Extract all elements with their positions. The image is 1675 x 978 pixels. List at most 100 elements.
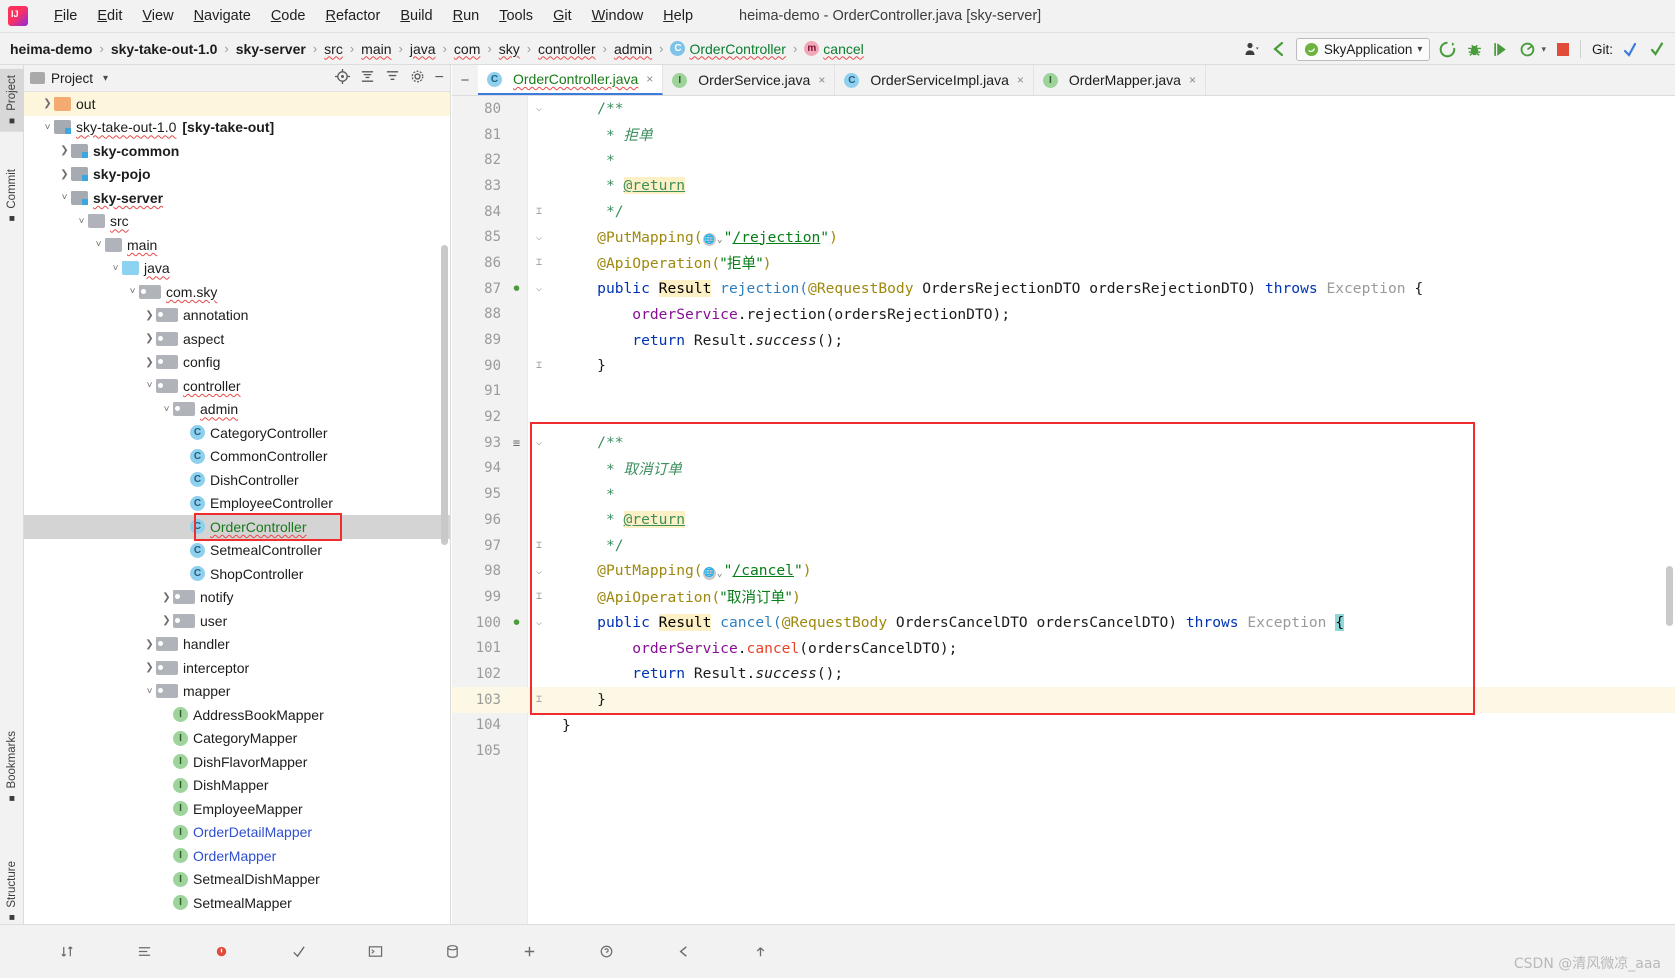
- chevron-right-icon[interactable]: ❯: [58, 145, 71, 156]
- chevron-right-icon[interactable]: ❯: [41, 98, 54, 109]
- tree-node-controller[interactable]: ˅ controller: [24, 374, 450, 398]
- tree-file-orderdetailmapper[interactable]: I OrderDetailMapper: [24, 821, 450, 845]
- code-line-82[interactable]: 82 *: [452, 147, 1675, 173]
- code-fold-toggle[interactable]: ⌶: [528, 540, 550, 551]
- chevron-down-icon[interactable]: ˅: [75, 216, 88, 227]
- editor-tab-ordercontroller-java[interactable]: C OrderController.java ×: [478, 65, 664, 95]
- code-fold-toggle[interactable]: ⌶: [528, 257, 550, 268]
- code-editor[interactable]: 80 ⌵ /** 81 * 拒单 82 * 83 * @return 84 ⌶ */85 ⌵ …: [452, 96, 1675, 924]
- project-tree[interactable]: ❯ out ˅ sky-take-out-1.0 [sky-take-out] ❯ sky-…: [24, 92, 450, 924]
- tree-file-employeemapper[interactable]: I EmployeeMapper: [24, 797, 450, 821]
- profiler-icon[interactable]: [1518, 39, 1538, 59]
- code-fold-toggle[interactable]: ⌵: [528, 283, 550, 294]
- chevron-right-icon[interactable]: ❯: [143, 357, 156, 368]
- menu-item-run[interactable]: Run: [443, 5, 490, 27]
- code-line-105[interactable]: 105: [452, 738, 1675, 764]
- tree-node-interceptor[interactable]: ❯ interceptor: [24, 656, 450, 680]
- chevron-down-icon[interactable]: ˅: [92, 239, 105, 250]
- tree-node-sky-pojo[interactable]: ❯ sky-pojo: [24, 163, 450, 187]
- code-line-99[interactable]: 99 ⌶ @ApiOperation("取消订单"): [452, 584, 1675, 610]
- menu-item-navigate[interactable]: Navigate: [184, 5, 261, 27]
- tree-node-java[interactable]: ˅ java: [24, 257, 450, 281]
- code-fold-toggle[interactable]: ⌵: [528, 437, 550, 448]
- tree-node-mapper[interactable]: ˅ mapper: [24, 680, 450, 704]
- chevron-down-icon[interactable]: ˅: [143, 686, 156, 697]
- breadcrumb-item-java[interactable]: java: [410, 41, 436, 57]
- tree-file-setmealcontroller[interactable]: C SetmealController: [24, 539, 450, 563]
- menu-item-edit[interactable]: Edit: [87, 5, 132, 27]
- editor-tab-orderservice-java[interactable]: I OrderService.java ×: [663, 65, 836, 95]
- user-settings-icon[interactable]: [1242, 39, 1262, 59]
- hide-tabs-icon[interactable]: −: [452, 65, 478, 95]
- breadcrumb-item-controller[interactable]: controller: [538, 41, 596, 57]
- tree-node-main[interactable]: ˅ main: [24, 233, 450, 257]
- tree-node-sky-take-out-1.0[interactable]: ˅ sky-take-out-1.0 [sky-take-out]: [24, 116, 450, 140]
- code-line-95[interactable]: 95 *: [452, 481, 1675, 507]
- collapse-all-icon[interactable]: [360, 69, 375, 87]
- tree-file-employeecontroller[interactable]: C EmployeeController: [24, 492, 450, 516]
- back-arrow-icon[interactable]: [1269, 39, 1289, 59]
- run-icon[interactable]: [1437, 39, 1457, 59]
- code-line-83[interactable]: 83 * @return: [452, 173, 1675, 199]
- tree-file-shopcontroller[interactable]: C ShopController: [24, 562, 450, 586]
- terminal-icon[interactable]: [368, 944, 383, 959]
- code-line-104[interactable]: 104}: [452, 713, 1675, 739]
- chevron-right-icon[interactable]: ❯: [58, 169, 71, 180]
- expand-all-icon[interactable]: [385, 69, 400, 87]
- chevron-down-icon[interactable]: ˅: [160, 404, 173, 415]
- close-icon[interactable]: ×: [1189, 73, 1196, 87]
- code-line-98[interactable]: 98 ⌵ @PutMapping(🌐 ⌄ "/cancel"): [452, 558, 1675, 584]
- code-line-93[interactable]: 93 ≡ ⌵ /**: [452, 430, 1675, 456]
- code-fold-toggle[interactable]: ⌶: [528, 206, 550, 217]
- code-line-85[interactable]: 85 ⌵ @PutMapping(🌐 ⌄ "/rejection"): [452, 224, 1675, 250]
- git-update-icon[interactable]: [1620, 39, 1640, 59]
- tree-file-dishmapper[interactable]: I DishMapper: [24, 774, 450, 798]
- tree-node-src[interactable]: ˅ src: [24, 210, 450, 234]
- breadcrumb-item-sky[interactable]: sky: [499, 41, 520, 57]
- code-line-84[interactable]: 84 ⌶ */: [452, 199, 1675, 225]
- editor-tab-orderserviceimpl-java[interactable]: C OrderServiceImpl.java ×: [835, 65, 1034, 95]
- code-fold-toggle[interactable]: ⌶: [528, 591, 550, 602]
- code-line-86[interactable]: 86 ⌶ @ApiOperation("拒单"): [452, 250, 1675, 276]
- editor-scrollbar[interactable]: [1666, 566, 1673, 626]
- close-icon[interactable]: ×: [646, 72, 653, 86]
- tree-file-categorymapper[interactable]: I CategoryMapper: [24, 727, 450, 751]
- code-line-80[interactable]: 80 ⌵ /**: [452, 96, 1675, 122]
- stop-icon[interactable]: [1553, 39, 1573, 59]
- chevron-down-icon[interactable]: ▾: [1417, 44, 1422, 55]
- project-tree-scrollbar[interactable]: [441, 245, 448, 545]
- menu-item-file[interactable]: File: [44, 5, 87, 27]
- database-icon[interactable]: [445, 944, 460, 959]
- gear-icon[interactable]: [410, 69, 425, 87]
- hide-panel-icon[interactable]: −: [435, 70, 444, 86]
- menu-item-window[interactable]: Window: [582, 5, 654, 27]
- add-icon[interactable]: [522, 944, 537, 959]
- implemented-icon[interactable]: ≡: [513, 436, 520, 450]
- close-icon[interactable]: ×: [818, 73, 825, 87]
- chevron-right-icon[interactable]: ❯: [143, 333, 156, 344]
- code-line-89[interactable]: 89 return Result.success();: [452, 327, 1675, 353]
- breadcrumb-item-sky-take-out-1-0[interactable]: sky-take-out-1.0: [111, 41, 218, 57]
- tree-node-admin[interactable]: ˅ admin: [24, 398, 450, 422]
- run-method-icon[interactable]: ⏺: [513, 615, 519, 629]
- target-icon[interactable]: [334, 69, 350, 87]
- tree-node-out[interactable]: ❯ out: [24, 92, 450, 116]
- code-fold-toggle[interactable]: ⌵: [528, 617, 550, 628]
- git-commit-checkmark-icon[interactable]: [1647, 39, 1667, 59]
- tree-file-ordermapper[interactable]: I OrderMapper: [24, 844, 450, 868]
- tree-file-ordercontroller[interactable]: C OrderController: [24, 515, 450, 539]
- tool-window-commit[interactable]: ■ Commit: [0, 163, 24, 230]
- chevron-right-icon[interactable]: ❯: [160, 615, 173, 626]
- tool-window-project[interactable]: ■ Project: [0, 69, 24, 132]
- chevron-right-icon[interactable]: ❯: [143, 310, 156, 321]
- chevron-down-icon[interactable]: ˅: [143, 380, 156, 391]
- breadcrumb-item-cancel[interactable]: m cancel: [804, 41, 864, 57]
- tree-file-addressbookmapper[interactable]: I AddressBookMapper: [24, 703, 450, 727]
- help-icon[interactable]: [599, 944, 614, 959]
- tree-node-sky-server[interactable]: ˅ sky-server: [24, 186, 450, 210]
- code-line-81[interactable]: 81 * 拒单: [452, 122, 1675, 148]
- chevron-down-icon[interactable]: ˅: [126, 286, 139, 297]
- check-icon[interactable]: [291, 944, 306, 959]
- url-globe-icon[interactable]: 🌐 ⌄: [702, 566, 724, 580]
- tree-node-sky-common[interactable]: ❯ sky-common: [24, 139, 450, 163]
